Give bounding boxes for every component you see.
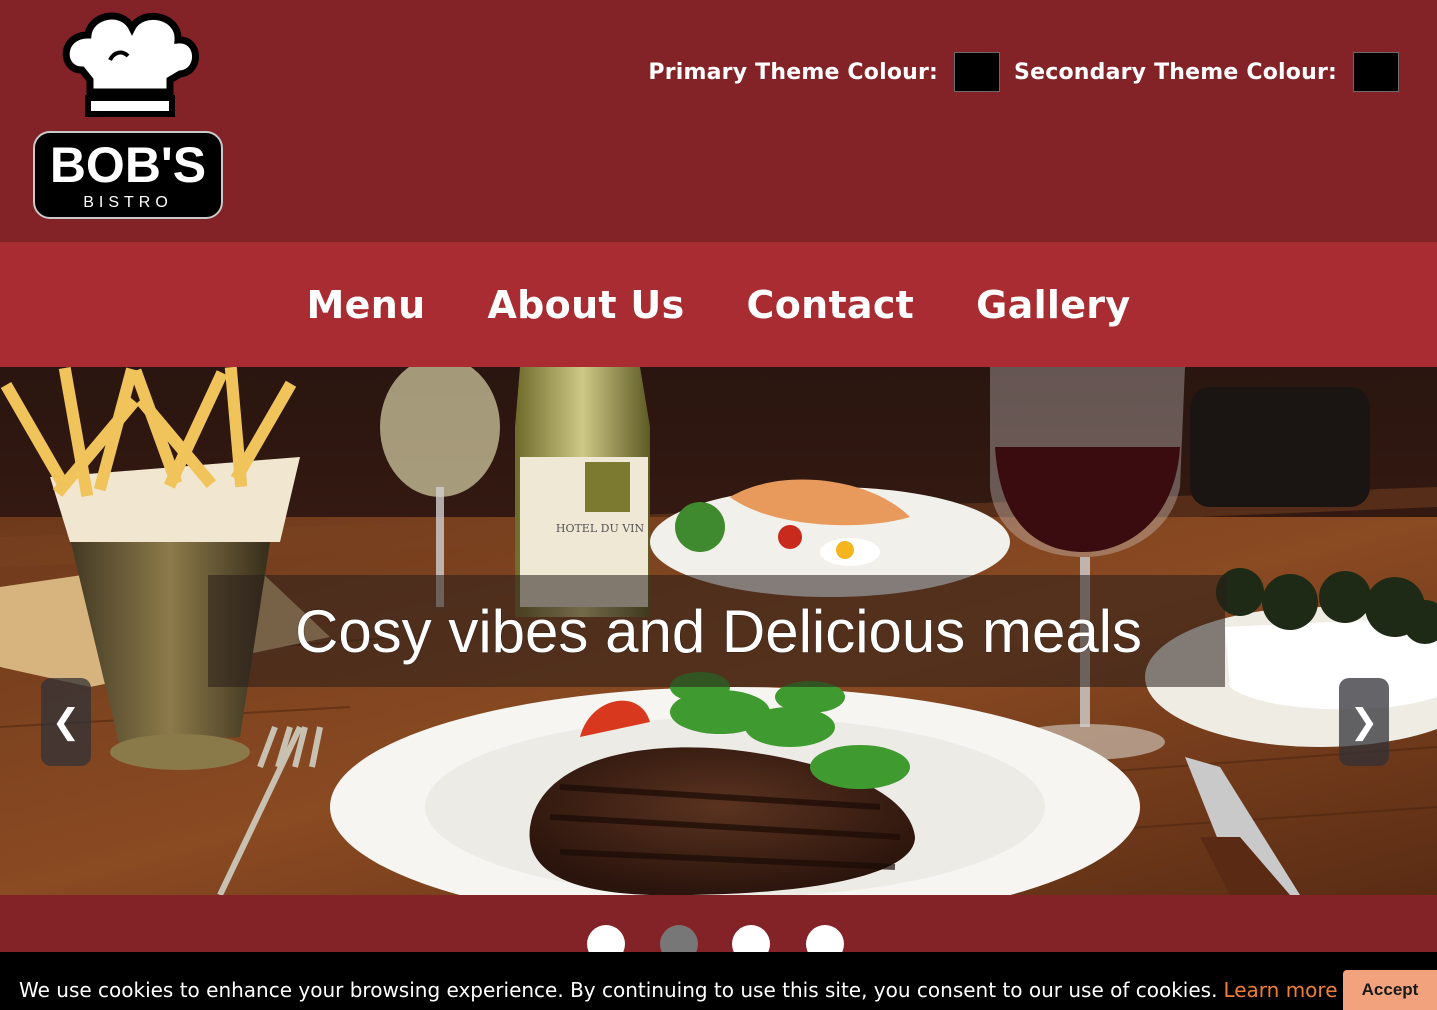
chef-hat-icon [62,12,199,117]
bottle-label-text: HOTEL DU VIN [556,522,645,535]
nav-item-contact[interactable]: Contact [747,283,915,327]
site-header: BOB'S BISTRO Primary Theme Colour: Secon… [0,0,1437,242]
secondary-theme-color-picker[interactable] [1353,52,1399,92]
nav-item-menu[interactable]: Menu [307,283,426,327]
main-nav: Menu About Us Contact Gallery [0,242,1437,367]
logo-brand-name: BOB'S [50,137,206,193]
logo-brand-subtitle: BISTRO [83,194,173,211]
cookie-message-container: We use cookies to enhance your browsing … [19,978,1338,1002]
cookie-consent-bar: We use cookies to enhance your browsing … [0,952,1437,1010]
primary-theme-color-picker[interactable] [954,52,1001,92]
accept-cookies-button[interactable]: Accept [1343,970,1437,1010]
nav-item-about-us[interactable]: About Us [487,283,684,327]
previous-slide-button[interactable]: ❮ [41,678,91,766]
hero-slideshow: HOTEL DU VIN Cosy vibes and Delicious me… [0,367,1437,895]
theme-controls: Primary Theme Colour: Secondary Theme Co… [648,52,1399,92]
cookie-message: We use cookies to enhance your browsing … [19,978,1218,1002]
learn-more-link[interactable]: Learn more [1223,978,1337,1002]
nav-item-gallery[interactable]: Gallery [976,283,1130,327]
bobs-bistro-logo[interactable]: BOB'S BISTRO [30,10,226,220]
next-slide-button[interactable]: ❯ [1339,678,1389,766]
primary-theme-label: Primary Theme Colour: [648,59,939,85]
slide-caption: Cosy vibes and Delicious meals [294,597,1143,665]
secondary-theme-label: Secondary Theme Colour: [1014,59,1337,85]
slide-indicators [0,895,1437,963]
